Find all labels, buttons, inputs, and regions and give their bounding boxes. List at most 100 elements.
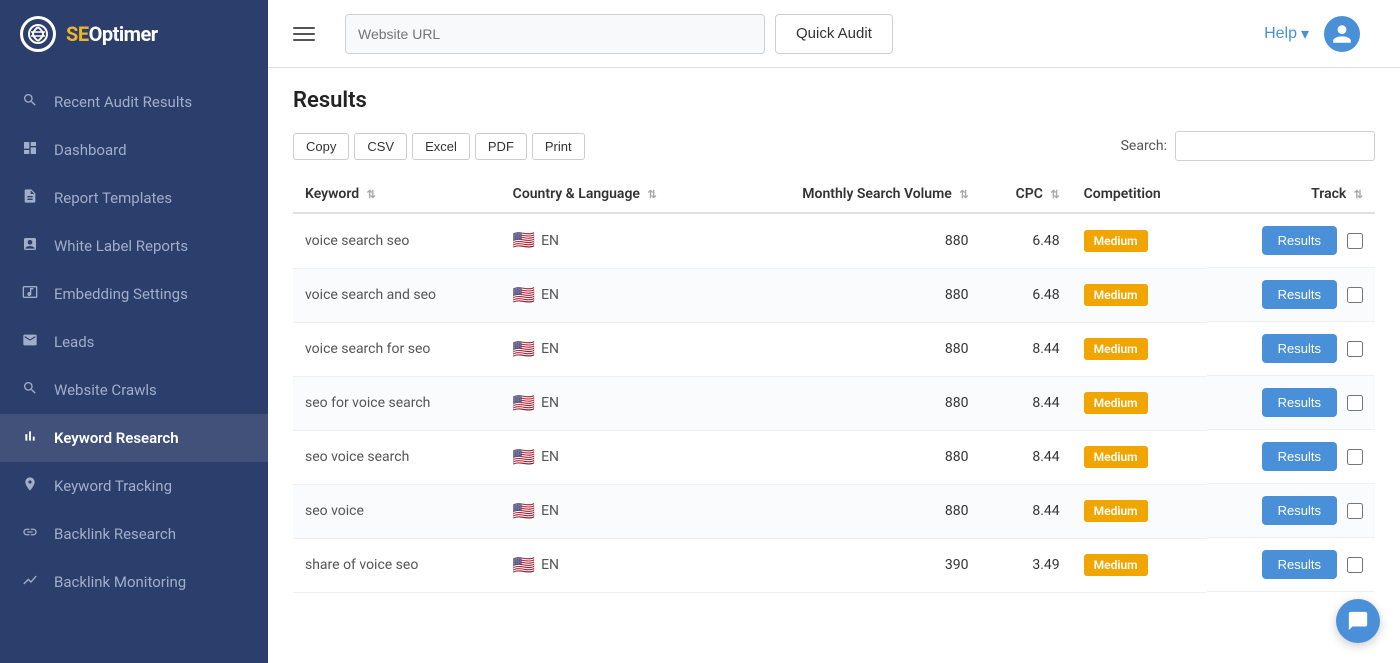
sidebar-item-recent-audit-results[interactable]: Recent Audit Results — [0, 78, 268, 126]
actions-cell: Results — [1207, 268, 1375, 322]
sidebar-icon-backlink-monitoring — [20, 572, 40, 592]
country-cell: 🇺🇸 EN — [501, 430, 726, 484]
sidebar-item-white-label-reports[interactable]: White Label Reports — [0, 222, 268, 270]
hamburger-menu[interactable] — [288, 22, 320, 46]
results-button[interactable]: Results — [1262, 334, 1337, 363]
flag-icon: 🇺🇸 — [513, 285, 535, 306]
competition-cell: Medium — [1072, 213, 1207, 268]
excel-button[interactable]: Excel — [412, 133, 470, 160]
sidebar-item-backlink-research[interactable]: Backlink Research — [0, 510, 268, 558]
results-button[interactable]: Results — [1262, 442, 1337, 471]
col-keyword[interactable]: Keyword ⇅ — [293, 176, 501, 213]
sidebar-item-leads[interactable]: Leads — [0, 318, 268, 366]
competition-cell: Medium — [1072, 322, 1207, 376]
flag-icon: 🇺🇸 — [513, 501, 535, 522]
search-input[interactable] — [1175, 131, 1375, 161]
results-button[interactable]: Results — [1262, 496, 1337, 525]
track-checkbox[interactable] — [1347, 557, 1363, 573]
table-row: seo for voice search 🇺🇸 EN 880 8.44 Medi… — [293, 376, 1375, 430]
sidebar-icon-recent-audit-results — [20, 92, 40, 112]
topnav-right: Help ▾ — [1264, 16, 1380, 52]
sidebar-label-website-crawls: Website Crawls — [54, 381, 157, 399]
country-cell: 🇺🇸 EN — [501, 484, 726, 538]
results-button[interactable]: Results — [1262, 550, 1337, 579]
col-cpc[interactable]: CPC ⇅ — [981, 176, 1072, 213]
copy-button[interactable]: Copy — [293, 133, 349, 160]
help-button[interactable]: Help ▾ — [1264, 24, 1309, 44]
language-code: EN — [541, 341, 559, 357]
sidebar-label-backlink-monitoring: Backlink Monitoring — [54, 573, 186, 591]
actions-cell: Results — [1207, 430, 1375, 484]
col-track[interactable]: Track ⇅ — [1207, 176, 1375, 213]
sidebar-item-keyword-research[interactable]: Keyword Research — [0, 414, 268, 462]
csv-button[interactable]: CSV — [354, 133, 407, 160]
sidebar-item-report-templates[interactable]: Report Templates — [0, 174, 268, 222]
track-checkbox[interactable] — [1347, 503, 1363, 519]
sort-keyword-icon: ⇅ — [367, 188, 376, 201]
table-row: seo voice 🇺🇸 EN 880 8.44 Medium Results — [293, 484, 1375, 538]
col-monthly-search-volume[interactable]: Monthly Search Volume ⇅ — [726, 176, 981, 213]
sidebar-icon-embedding-settings — [20, 284, 40, 304]
track-checkbox[interactable] — [1347, 341, 1363, 357]
volume-cell: 880 — [726, 484, 981, 538]
actions-cell: Results — [1207, 322, 1375, 376]
sidebar-label-recent-audit-results: Recent Audit Results — [54, 93, 192, 111]
sidebar-item-dashboard[interactable]: Dashboard — [0, 126, 268, 174]
col-competition[interactable]: Competition — [1072, 176, 1207, 213]
competition-cell: Medium — [1072, 484, 1207, 538]
url-input[interactable] — [345, 14, 765, 54]
sidebar-item-embedding-settings[interactable]: Embedding Settings — [0, 270, 268, 318]
language-code: EN — [541, 395, 559, 411]
main-layout: Recent Audit Results Dashboard Report Te… — [0, 68, 1400, 663]
volume-cell: 880 — [726, 268, 981, 322]
search-area: Search: — [1121, 131, 1375, 161]
print-button[interactable]: Print — [532, 133, 585, 160]
table-toolbar: Copy CSV Excel PDF Print Search: — [293, 131, 1375, 161]
pdf-button[interactable]: PDF — [475, 133, 527, 160]
country-cell: 🇺🇸 EN — [501, 322, 726, 376]
country-cell: 🇺🇸 EN — [501, 538, 726, 592]
country-cell: 🇺🇸 EN — [501, 213, 726, 268]
results-button[interactable]: Results — [1262, 388, 1337, 417]
country-cell: 🇺🇸 EN — [501, 268, 726, 322]
table-row: voice search and seo 🇺🇸 EN 880 6.48 Medi… — [293, 268, 1375, 322]
competition-badge: Medium — [1084, 230, 1148, 252]
volume-cell: 880 — [726, 376, 981, 430]
sidebar-label-report-templates: Report Templates — [54, 189, 172, 207]
actions-cell: Results — [1207, 484, 1375, 538]
sidebar-icon-keyword-tracking — [20, 476, 40, 496]
cpc-cell: 3.49 — [981, 538, 1072, 592]
language-code: EN — [541, 233, 559, 249]
competition-badge: Medium — [1084, 392, 1148, 414]
volume-cell: 880 — [726, 322, 981, 376]
keyword-cell: share of voice seo — [293, 538, 501, 592]
competition-badge: Medium — [1084, 554, 1148, 576]
sidebar-item-keyword-tracking[interactable]: Keyword Tracking — [0, 462, 268, 510]
sidebar-icon-report-templates — [20, 188, 40, 208]
results-table: Keyword ⇅ Country & Language ⇅ Monthly S… — [293, 176, 1375, 593]
results-button[interactable]: Results — [1262, 226, 1337, 255]
chat-bubble[interactable] — [1336, 599, 1380, 643]
sidebar-label-keyword-research: Keyword Research — [54, 429, 179, 447]
track-checkbox[interactable] — [1347, 395, 1363, 411]
sidebar-item-website-crawls[interactable]: Website Crawls — [0, 366, 268, 414]
track-checkbox[interactable] — [1347, 287, 1363, 303]
sidebar-item-backlink-monitoring[interactable]: Backlink Monitoring — [0, 558, 268, 606]
user-avatar[interactable] — [1324, 16, 1360, 52]
track-checkbox[interactable] — [1347, 233, 1363, 249]
logo-text: SEOptimer — [66, 22, 158, 46]
cpc-cell: 8.44 — [981, 322, 1072, 376]
cpc-cell: 6.48 — [981, 268, 1072, 322]
keyword-cell: voice search seo — [293, 213, 501, 268]
table-row: share of voice seo 🇺🇸 EN 390 3.49 Medium… — [293, 538, 1375, 592]
volume-cell: 880 — [726, 430, 981, 484]
sidebar-icon-backlink-research — [20, 524, 40, 544]
cpc-cell: 6.48 — [981, 213, 1072, 268]
track-checkbox[interactable] — [1347, 449, 1363, 465]
sidebar-icon-website-crawls — [20, 380, 40, 400]
actions-cell: Results — [1207, 538, 1375, 592]
cpc-cell: 8.44 — [981, 430, 1072, 484]
col-country-language[interactable]: Country & Language ⇅ — [501, 176, 726, 213]
quick-audit-button[interactable]: Quick Audit — [775, 14, 893, 54]
results-button[interactable]: Results — [1262, 280, 1337, 309]
